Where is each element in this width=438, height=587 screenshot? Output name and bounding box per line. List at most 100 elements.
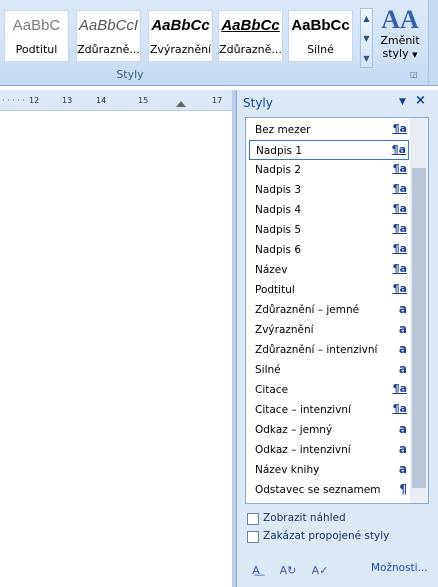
style-tile-label: Silné [307, 43, 334, 56]
style-name: Citace [255, 384, 289, 396]
style-list-item[interactable]: Nadpis 6 ¶a [249, 240, 409, 260]
character-style-icon: a [398, 462, 407, 476]
linked-style-icon: ¶a [392, 182, 407, 195]
ruler-tick: 14 [96, 96, 107, 105]
style-name: Odstavec se seznamem [255, 484, 381, 496]
disable-linked-styles-checkbox[interactable] [247, 531, 259, 543]
ribbon: AaBbC Podtitul AaBbCcI Zdůrazně... AaBbC… [0, 0, 438, 86]
linked-style-icon: ¶a [392, 382, 407, 395]
ruler-dots: · · · · · [2, 96, 25, 105]
scrollbar-thumb[interactable] [412, 168, 426, 488]
style-list-item[interactable]: Bez mezer ¶a [249, 120, 409, 140]
styles-list: Bez mezer ¶a Nadpis 1 ¶a Nadpis 2 ¶a Nadpis 3 ¶… [245, 117, 429, 504]
character-style-icon: a [398, 422, 407, 436]
style-list-item[interactable]: Odstavec se seznamem ¶ [249, 480, 409, 500]
style-list-item[interactable]: Zdůraznění – jemné a [249, 300, 409, 320]
change-styles-label-2: styly [382, 47, 409, 60]
style-list-item[interactable]: Zvýraznění a [249, 320, 409, 340]
style-name: Nadpis 5 [255, 224, 302, 236]
style-list-item[interactable]: Podtitul ¶a [249, 280, 409, 300]
style-name: Citace – intenzivní [255, 404, 351, 416]
indent-marker[interactable] [176, 101, 186, 107]
style-tile-label: Zdůrazně... [77, 43, 140, 56]
character-style-icon: a [398, 442, 407, 456]
character-style-icon: a [398, 362, 407, 376]
character-style-icon: a [398, 342, 407, 356]
chevron-down-icon[interactable]: ▼ [361, 29, 372, 49]
linked-style-icon: ¶a [392, 122, 407, 135]
linked-style-icon: ¶a [392, 222, 407, 235]
linked-style-icon: ¶a [392, 402, 407, 415]
style-tile-label: Zvýraznění [149, 43, 212, 56]
style-list-item[interactable]: Nadpis 4 ¶a [249, 200, 409, 220]
options-link[interactable]: Možnosti... [371, 562, 428, 574]
linked-style-icon: ¶a [392, 162, 407, 175]
style-list-item[interactable]: Název knihy a [249, 460, 409, 480]
style-name: Název knihy [255, 464, 320, 476]
linked-style-icon: ¶a [391, 143, 406, 156]
gallery-more-icon[interactable]: ▼ [361, 49, 372, 69]
style-list-item[interactable]: Silné a [249, 360, 409, 380]
ruler-tick: 15 [138, 96, 149, 105]
style-list-item[interactable]: Nadpis 3 ¶a [249, 180, 409, 200]
change-styles-label: Změnit [380, 34, 420, 47]
style-sample: AaBbC [12, 17, 61, 34]
chevron-up-icon[interactable]: ▲ [361, 9, 372, 29]
style-name: Odkaz – jemný [255, 424, 333, 436]
character-style-icon: a [398, 322, 407, 336]
ruler-tick: 13 [62, 96, 73, 105]
style-tile-zdurazneni-intenzivni[interactable]: AaBbCc Zdůrazně... [218, 10, 283, 62]
change-styles-icon: AA [381, 5, 419, 34]
document-page[interactable] [0, 111, 232, 587]
style-list-item[interactable]: Citace ¶a [249, 380, 409, 400]
styles-pane: Styly ▼ × Bez mezer ¶a Nadpis 1 ¶a Nadpis 2 ¶… [236, 90, 438, 587]
style-list-item[interactable]: Odkaz – intenzivní a [249, 440, 409, 460]
pane-title: Styly [243, 96, 273, 110]
style-name: Podtitul [255, 284, 295, 296]
list-scrollbar[interactable] [410, 118, 428, 503]
gallery-scrollbar[interactable]: ▲ ▼ ▼ [360, 8, 373, 68]
style-sample: AaBbCc [291, 17, 350, 34]
style-tile-podtitul[interactable]: AaBbC Podtitul [4, 10, 69, 62]
linked-style-icon: ¶a [392, 202, 407, 215]
style-name: Zdůraznění – jemné [255, 304, 360, 316]
manage-styles-icon[interactable]: A✓ [309, 561, 331, 581]
style-list-item[interactable]: Název ¶a [249, 260, 409, 280]
style-name: Nadpis 2 [255, 164, 302, 176]
style-sample: AaBbCcI [78, 17, 139, 34]
close-icon[interactable]: × [415, 93, 426, 108]
style-name: Nadpis 1 [256, 145, 303, 157]
change-styles-button[interactable]: AA Změnit styly ▼ [378, 6, 422, 70]
style-name: Název [255, 264, 288, 276]
style-tile-silne[interactable]: AaBbCc Silné [288, 10, 353, 62]
style-list-item[interactable]: Citace – intenzivní ¶a [249, 400, 409, 420]
paragraph-style-icon: ¶ [399, 482, 407, 496]
linked-style-icon: ¶a [392, 282, 407, 295]
style-list-item[interactable]: Nadpis 2 ¶a [249, 160, 409, 180]
style-tile-label: Podtitul [15, 43, 58, 56]
ruler-tick: 17 [212, 96, 223, 105]
style-name: Nadpis 6 [255, 244, 302, 256]
style-list-item[interactable]: Odkaz – jemný a [249, 420, 409, 440]
style-tile-zdurazneni-jemne[interactable]: AaBbCcI Zdůrazně... [76, 10, 141, 62]
style-name: Odkaz – intenzivní [255, 444, 351, 456]
style-name: Silné [255, 364, 281, 376]
style-list-item[interactable]: Nadpis 5 ¶a [249, 220, 409, 240]
style-inspector-icon[interactable]: A↻ [277, 561, 299, 581]
horizontal-ruler[interactable]: · · · · · 12 13 14 15 17 [0, 90, 236, 111]
style-list-item[interactable]: Nadpis 1 ¶a [249, 140, 409, 160]
style-sample: AaBbCc [221, 17, 280, 34]
style-list-item[interactable]: Zdůraznění – intenzivní a [249, 340, 409, 360]
style-tile-label: Zdůrazně... [219, 43, 282, 56]
dialog-launcher-icon[interactable]: ◲ [410, 70, 418, 79]
style-tile-zvyrazneni[interactable]: AaBbCc Zvýraznění [148, 10, 213, 62]
pane-menu-icon[interactable]: ▼ [399, 97, 406, 107]
disable-linked-styles-label: Zakázat propojené styly [263, 530, 390, 542]
show-preview-checkbox[interactable] [247, 513, 259, 525]
style-name: Zvýraznění [255, 324, 314, 336]
new-style-icon[interactable]: A͟ [245, 561, 267, 581]
character-style-icon: a [398, 302, 407, 316]
group-label-styles: Styly [116, 68, 144, 81]
linked-style-icon: ¶a [392, 262, 407, 275]
style-name: Nadpis 3 [255, 184, 302, 196]
